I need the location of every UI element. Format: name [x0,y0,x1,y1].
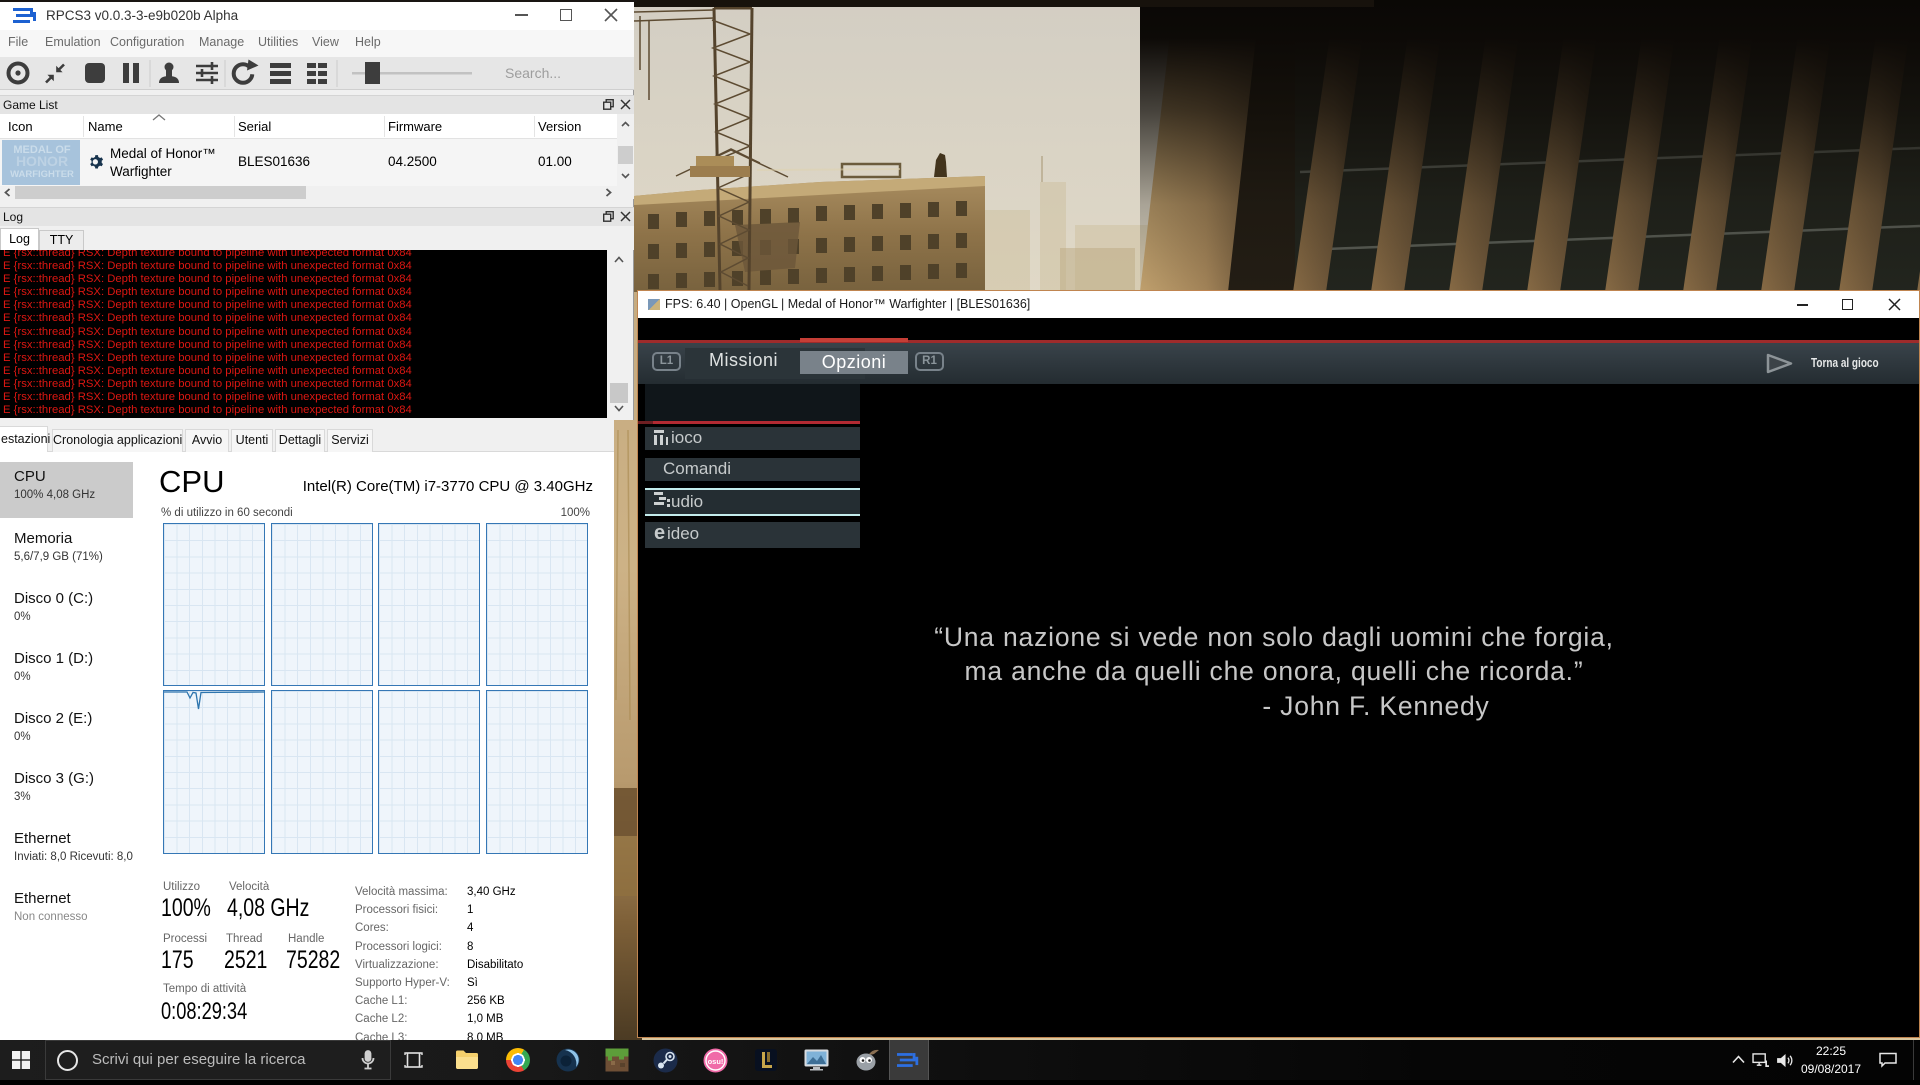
svg-text:Search...: Search... [505,65,561,81]
svg-text:osu!: osu! [708,1057,724,1066]
